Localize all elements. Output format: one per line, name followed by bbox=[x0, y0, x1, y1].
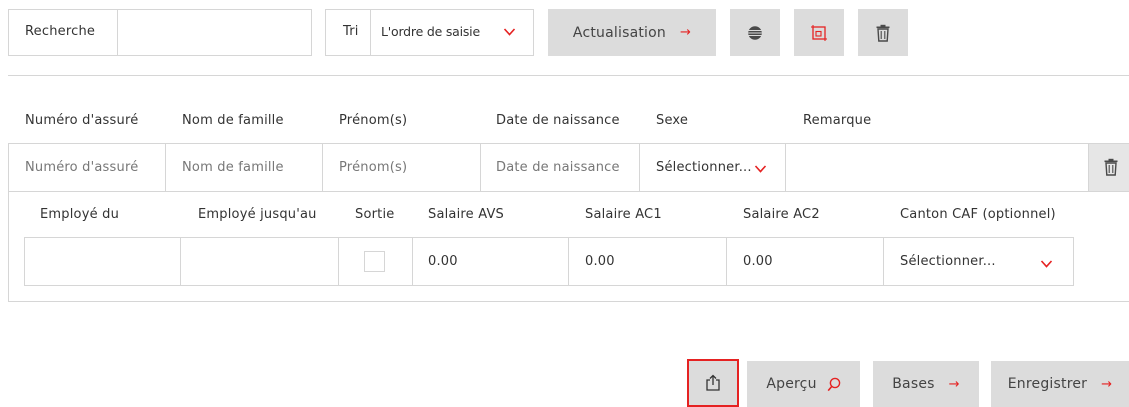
employed-to-input[interactable] bbox=[181, 238, 338, 285]
last-name-placeholder: Nom de famille bbox=[182, 160, 284, 175]
search-label: Recherche bbox=[25, 24, 96, 39]
globe-button[interactable] bbox=[730, 9, 780, 56]
frame-button[interactable] bbox=[794, 9, 844, 56]
insured-number-input[interactable]: Numéro d'assuré bbox=[9, 144, 165, 191]
header-first-name: Prénom(s) bbox=[339, 113, 408, 128]
delete-row-button[interactable] bbox=[1088, 144, 1129, 191]
bases-button[interactable]: Bases → bbox=[873, 361, 979, 407]
sex-select-value: Sélectionner... bbox=[656, 160, 752, 175]
header-canton-caf: Canton CAF (optionnel) bbox=[900, 207, 1056, 222]
exit-checkbox[interactable] bbox=[364, 251, 385, 272]
trash-icon bbox=[1104, 158, 1118, 176]
delete-all-button[interactable] bbox=[858, 9, 908, 56]
chevron-down-icon bbox=[503, 28, 516, 36]
header-sex: Sexe bbox=[656, 113, 689, 128]
person-row-bottom bbox=[9, 191, 1129, 192]
refresh-label: Actualisation bbox=[572, 24, 666, 41]
insured-number-placeholder: Numéro d'assuré bbox=[25, 160, 139, 175]
last-name-input[interactable]: Nom de famille bbox=[166, 144, 321, 191]
share-icon bbox=[706, 374, 720, 391]
header-remark: Remarque bbox=[803, 113, 872, 128]
arrow-right-icon: → bbox=[948, 376, 960, 392]
salary-ac2-value: 0.00 bbox=[743, 254, 773, 269]
first-name-placeholder: Prénom(s) bbox=[339, 160, 408, 175]
export-button[interactable] bbox=[687, 359, 739, 407]
chevron-down-icon bbox=[754, 165, 767, 173]
header-employed-from: Employé du bbox=[40, 207, 120, 222]
birth-date-placeholder: Date de naissance bbox=[496, 160, 620, 175]
arrow-right-icon: → bbox=[1101, 376, 1113, 392]
save-button[interactable]: Enregistrer → bbox=[991, 361, 1129, 407]
header-exit: Sortie bbox=[355, 207, 395, 222]
trash-icon bbox=[876, 24, 890, 42]
salary-avs-value: 0.00 bbox=[428, 254, 458, 269]
preview-label: Aperçu bbox=[766, 376, 817, 392]
preview-button[interactable]: Aperçu bbox=[747, 361, 860, 407]
bases-label: Bases bbox=[892, 376, 935, 392]
header-birth-date: Date de naissance bbox=[496, 113, 620, 128]
birth-date-input[interactable]: Date de naissance bbox=[481, 144, 639, 191]
canton-caf-value: Sélectionner... bbox=[900, 254, 996, 269]
header-salary-ac2: Salaire AC2 bbox=[743, 207, 820, 222]
sort-label: Tri bbox=[343, 24, 359, 39]
sort-select[interactable]: L'ordre de saisie bbox=[371, 10, 533, 55]
salary-ac1-input[interactable]: 0.00 bbox=[569, 238, 726, 285]
header-employed-to: Employé jusqu'au bbox=[198, 207, 317, 222]
arrow-right-icon: → bbox=[679, 25, 692, 40]
employed-from-input[interactable] bbox=[25, 238, 180, 285]
header-last-name: Nom de famille bbox=[182, 113, 284, 128]
save-label: Enregistrer bbox=[1007, 376, 1088, 392]
first-name-input[interactable]: Prénom(s) bbox=[323, 144, 480, 191]
header-salary-avs: Salaire AVS bbox=[428, 207, 505, 222]
salary-avs-input[interactable]: 0.00 bbox=[413, 238, 568, 285]
salary-ac1-value: 0.00 bbox=[585, 254, 615, 269]
search-input[interactable] bbox=[118, 10, 311, 55]
remark-input[interactable] bbox=[786, 144, 1088, 191]
divider bbox=[338, 238, 339, 285]
header-insured-number: Numéro d'assuré bbox=[25, 113, 139, 128]
sort-select-value: L'ordre de saisie bbox=[381, 24, 480, 39]
header-salary-ac1: Salaire AC1 bbox=[585, 207, 662, 222]
toolbar-separator bbox=[8, 75, 1129, 76]
search-icon bbox=[827, 377, 840, 391]
globe-icon bbox=[748, 25, 762, 40]
canton-caf-select[interactable]: Sélectionner... bbox=[884, 238, 1073, 285]
salary-ac2-input[interactable]: 0.00 bbox=[727, 238, 883, 285]
frame-icon bbox=[811, 24, 827, 41]
chevron-down-icon bbox=[1040, 260, 1053, 268]
sex-select[interactable]: Sélectionner... bbox=[640, 144, 785, 191]
refresh-button[interactable]: Actualisation → bbox=[548, 9, 716, 56]
